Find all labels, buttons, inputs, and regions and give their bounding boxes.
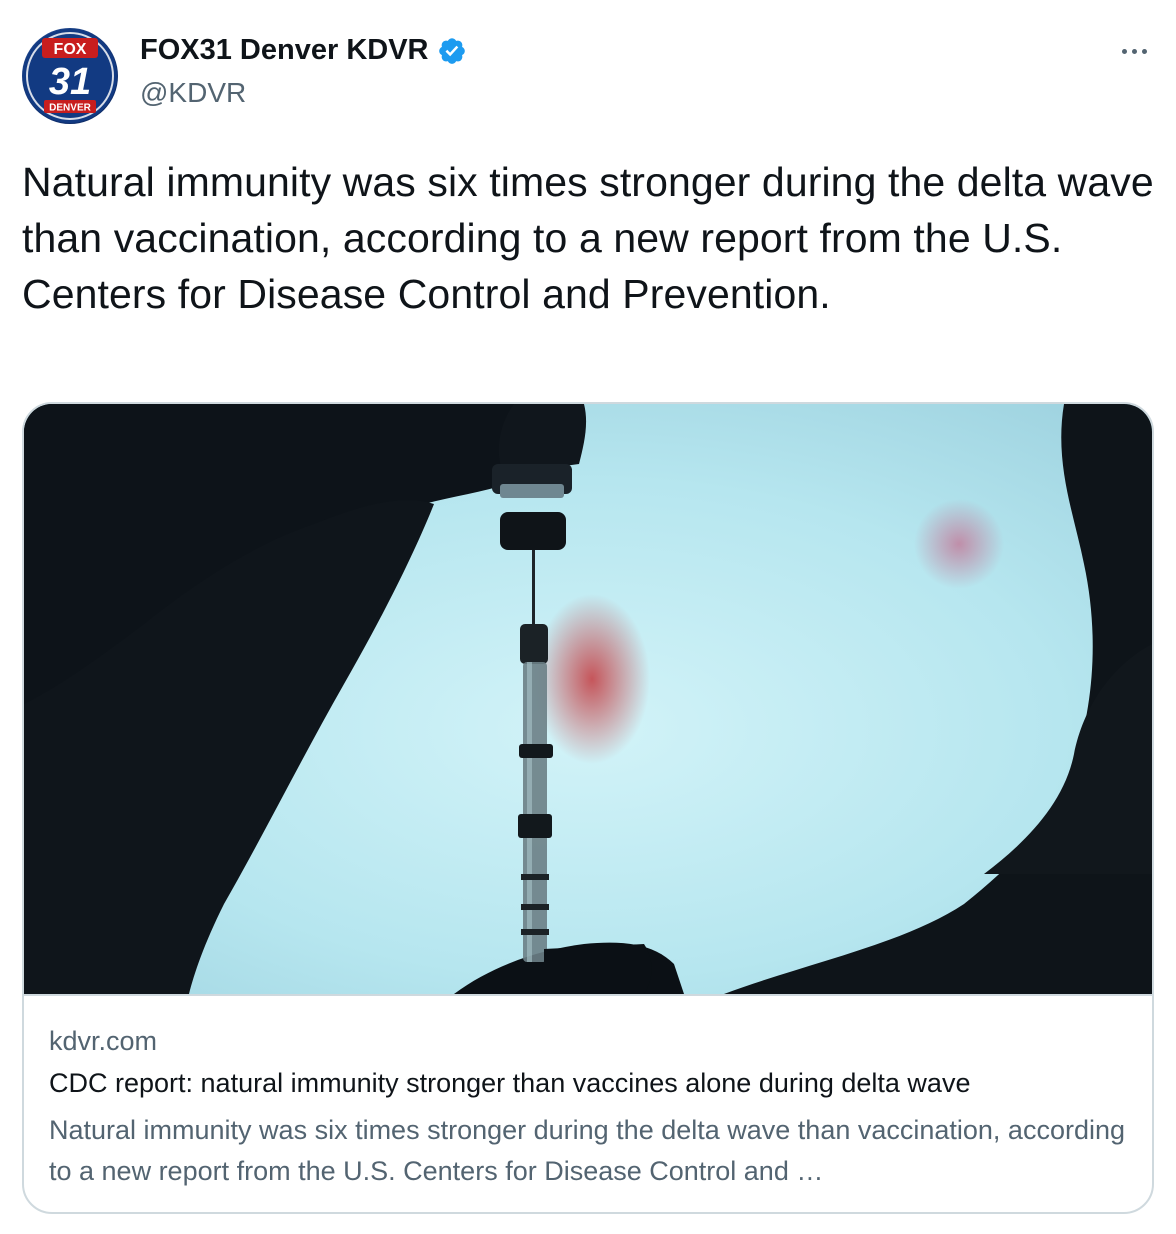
author-handle[interactable]: @KDVR — [140, 77, 246, 109]
syringe-vial-photo-icon — [24, 404, 1152, 994]
author-name-row: FOX31 Denver KDVR — [140, 34, 467, 67]
avatar-logo-bottom: DENVER — [49, 103, 91, 114]
card-image — [24, 404, 1152, 994]
avatar[interactable]: FOX 31 DENVER — [22, 28, 118, 124]
tweet[interactable]: FOX 31 DENVER FOX31 Denver KDVR @KDVR Na… — [0, 0, 1176, 1234]
card-title[interactable]: CDC report: natural immunity stronger th… — [49, 1068, 970, 1099]
card-divider — [24, 994, 1152, 996]
tweet-text: Natural immunity was six times stronger … — [22, 159, 1154, 317]
card-domain: kdvr.com — [49, 1026, 158, 1056]
link-card[interactable]: kdvr.com CDC report: natural immunity st… — [22, 402, 1154, 1214]
verified-badge-icon — [437, 36, 467, 66]
more-options-icon[interactable] — [1114, 36, 1154, 66]
fox31-logo-icon: FOX 31 DENVER — [23, 29, 117, 123]
avatar-logo-top: FOX — [54, 41, 87, 58]
author-display-name[interactable]: FOX31 Denver KDVR — [140, 34, 429, 67]
card-description: Natural immunity was six times stronger … — [49, 1115, 1126, 1186]
avatar-logo-number: 31 — [49, 61, 91, 103]
